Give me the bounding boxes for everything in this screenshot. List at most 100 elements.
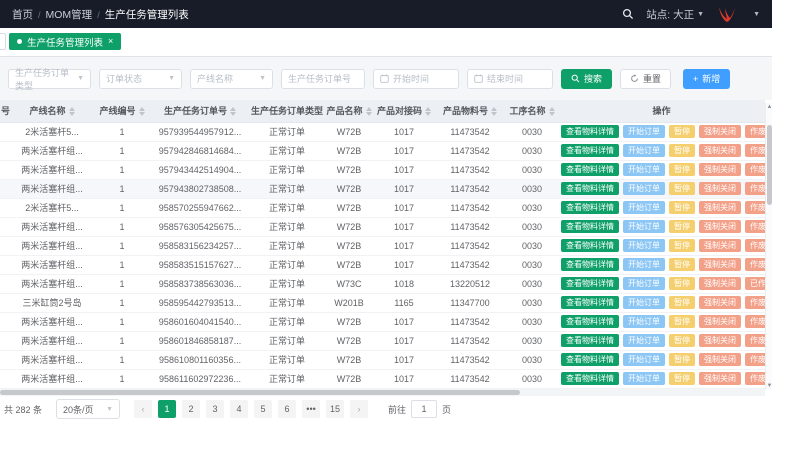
- order-no-input[interactable]: 生产任务订单号: [281, 69, 365, 89]
- page-number-button[interactable]: 2: [182, 400, 200, 418]
- next-page-button[interactable]: ›: [350, 400, 368, 418]
- start-order-button[interactable]: 开始订单: [623, 334, 665, 347]
- void-button[interactable]: 作废: [745, 144, 765, 157]
- view-material-button[interactable]: 查看物料详情: [561, 258, 619, 271]
- view-material-button[interactable]: 查看物料详情: [561, 315, 619, 328]
- page-number-button[interactable]: 4: [230, 400, 248, 418]
- column-header[interactable]: 产品对接码: [374, 100, 434, 122]
- start-order-button[interactable]: 开始订单: [623, 125, 665, 138]
- sort-desc-icon[interactable]: [230, 112, 236, 116]
- column-header[interactable]: 产线编号: [94, 100, 150, 122]
- force-close-button[interactable]: 强制关闭: [699, 125, 741, 138]
- page-size-select[interactable]: 20条/页 ▼: [56, 399, 120, 419]
- sort-desc-icon[interactable]: [139, 112, 145, 116]
- force-close-button[interactable]: 强制关闭: [699, 372, 741, 385]
- start-order-button[interactable]: 开始订单: [623, 144, 665, 157]
- sort-asc-icon[interactable]: [69, 107, 75, 111]
- pause-button[interactable]: 暂停: [669, 315, 695, 328]
- start-order-button[interactable]: 开始订单: [623, 163, 665, 176]
- sort-asc-icon[interactable]: [425, 107, 431, 111]
- void-button[interactable]: 作废: [745, 258, 765, 271]
- horizontal-scrollbar[interactable]: [0, 389, 765, 396]
- start-order-button[interactable]: 开始订单: [623, 296, 665, 309]
- vertical-scrollbar[interactable]: ▲ ▼: [765, 103, 772, 390]
- view-material-button[interactable]: 查看物料详情: [561, 296, 619, 309]
- end-time-input[interactable]: 结束时间: [467, 69, 553, 89]
- vertical-scrollbar-thumb[interactable]: [767, 125, 772, 205]
- pause-button[interactable]: 暂停: [669, 372, 695, 385]
- void-button[interactable]: 作废: [745, 315, 765, 328]
- page-number-button[interactable]: 3: [206, 400, 224, 418]
- sort-asc-icon[interactable]: [139, 107, 145, 111]
- column-header[interactable]: 工序名称: [506, 100, 558, 122]
- goto-page-input[interactable]: [411, 400, 437, 418]
- view-material-button[interactable]: 查看物料详情: [561, 163, 619, 176]
- page-number-button[interactable]: 1: [158, 400, 176, 418]
- view-material-button[interactable]: 查看物料详情: [561, 334, 619, 347]
- pause-button[interactable]: 暂停: [669, 258, 695, 271]
- user-menu-caret-icon[interactable]: ▼: [753, 11, 760, 18]
- view-material-button[interactable]: 查看物料详情: [561, 239, 619, 252]
- horizontal-scrollbar-thumb[interactable]: [0, 390, 520, 395]
- sort-icon[interactable]: [491, 107, 497, 116]
- reset-button[interactable]: 重置: [620, 69, 671, 89]
- view-material-button[interactable]: 查看物料详情: [561, 125, 619, 138]
- start-order-button[interactable]: 开始订单: [623, 220, 665, 233]
- start-order-button[interactable]: 开始订单: [623, 182, 665, 195]
- view-material-button[interactable]: 查看物料详情: [561, 201, 619, 214]
- view-material-button[interactable]: 查看物料详情: [561, 182, 619, 195]
- pause-button[interactable]: 暂停: [669, 163, 695, 176]
- pause-button[interactable]: 暂停: [669, 125, 695, 138]
- force-close-button[interactable]: 强制关闭: [699, 239, 741, 252]
- force-close-button[interactable]: 强制关闭: [699, 296, 741, 309]
- void-button[interactable]: 作废: [745, 372, 765, 385]
- sort-desc-icon[interactable]: [491, 112, 497, 116]
- sort-asc-icon[interactable]: [549, 107, 555, 111]
- start-order-button[interactable]: 开始订单: [623, 239, 665, 252]
- start-order-button[interactable]: 开始订单: [623, 315, 665, 328]
- order-status-select[interactable]: 订单状态 ▼: [99, 69, 182, 89]
- start-order-button[interactable]: 开始订单: [623, 353, 665, 366]
- sort-icon[interactable]: [69, 107, 75, 116]
- column-header[interactable]: 产品名称: [324, 100, 374, 122]
- sort-desc-icon[interactable]: [69, 112, 75, 116]
- sort-icon[interactable]: [425, 107, 431, 116]
- column-header[interactable]: 产线名称: [10, 100, 94, 122]
- tab-active[interactable]: 生产任务管理列表 ×: [9, 33, 121, 50]
- sort-icon[interactable]: [549, 107, 555, 116]
- start-order-button[interactable]: 开始订单: [623, 258, 665, 271]
- search-icon[interactable]: [622, 8, 634, 20]
- scroll-down-icon[interactable]: ▼: [766, 383, 773, 389]
- void-button[interactable]: 作废: [745, 239, 765, 252]
- void-button[interactable]: 作废: [745, 353, 765, 366]
- sort-asc-icon[interactable]: [491, 107, 497, 111]
- order-type-select[interactable]: 生产任务订单类型 ▼: [8, 69, 91, 89]
- pause-button[interactable]: 暂停: [669, 296, 695, 309]
- column-header[interactable]: 产品物料号: [434, 100, 506, 122]
- search-button[interactable]: 搜索: [561, 69, 612, 89]
- start-order-button[interactable]: 开始订单: [623, 372, 665, 385]
- start-time-input[interactable]: 开始时间: [373, 69, 459, 89]
- force-close-button[interactable]: 强制关闭: [699, 201, 741, 214]
- void-button[interactable]: 作废: [745, 125, 765, 138]
- page-number-button[interactable]: 5: [254, 400, 272, 418]
- pause-button[interactable]: 暂停: [669, 239, 695, 252]
- view-material-button[interactable]: 查看物料详情: [561, 372, 619, 385]
- sort-desc-icon[interactable]: [366, 112, 372, 116]
- breadcrumb-item[interactable]: MOM管理: [46, 9, 93, 21]
- tab-close-icon[interactable]: ×: [108, 37, 113, 46]
- void-button[interactable]: 已作废: [745, 277, 765, 290]
- pause-button[interactable]: 暂停: [669, 334, 695, 347]
- force-close-button[interactable]: 强制关闭: [699, 334, 741, 347]
- prev-page-button[interactable]: ‹: [134, 400, 152, 418]
- pause-button[interactable]: 暂停: [669, 220, 695, 233]
- void-button[interactable]: 作废: [745, 296, 765, 309]
- force-close-button[interactable]: 强制关闭: [699, 277, 741, 290]
- site-selector[interactable]: 站点: 大正 ▼: [646, 7, 704, 22]
- add-button[interactable]: + 新增: [683, 69, 730, 89]
- sort-asc-icon[interactable]: [366, 107, 372, 111]
- sort-icon[interactable]: [366, 107, 372, 116]
- page-number-button[interactable]: 6: [278, 400, 296, 418]
- sort-asc-icon[interactable]: [230, 107, 236, 111]
- breadcrumb-item[interactable]: 首页: [12, 9, 33, 21]
